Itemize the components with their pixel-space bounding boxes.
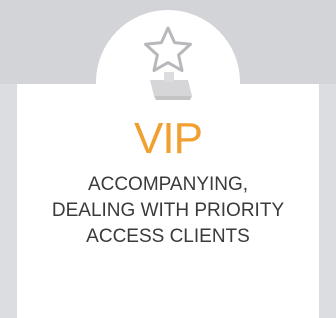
description-line-1: ACCOMPANYING,: [87, 174, 249, 195]
description-line-3: ACCESS CLIENTS: [86, 226, 250, 247]
description-line-2: DEALING WITH PRIORITY: [51, 200, 285, 221]
star-trophy-icon: [140, 24, 196, 104]
card-description: ACCOMPANYING, DEALING WITH PRIORITY ACCE…: [17, 172, 319, 250]
card-title: VIP: [134, 114, 203, 163]
